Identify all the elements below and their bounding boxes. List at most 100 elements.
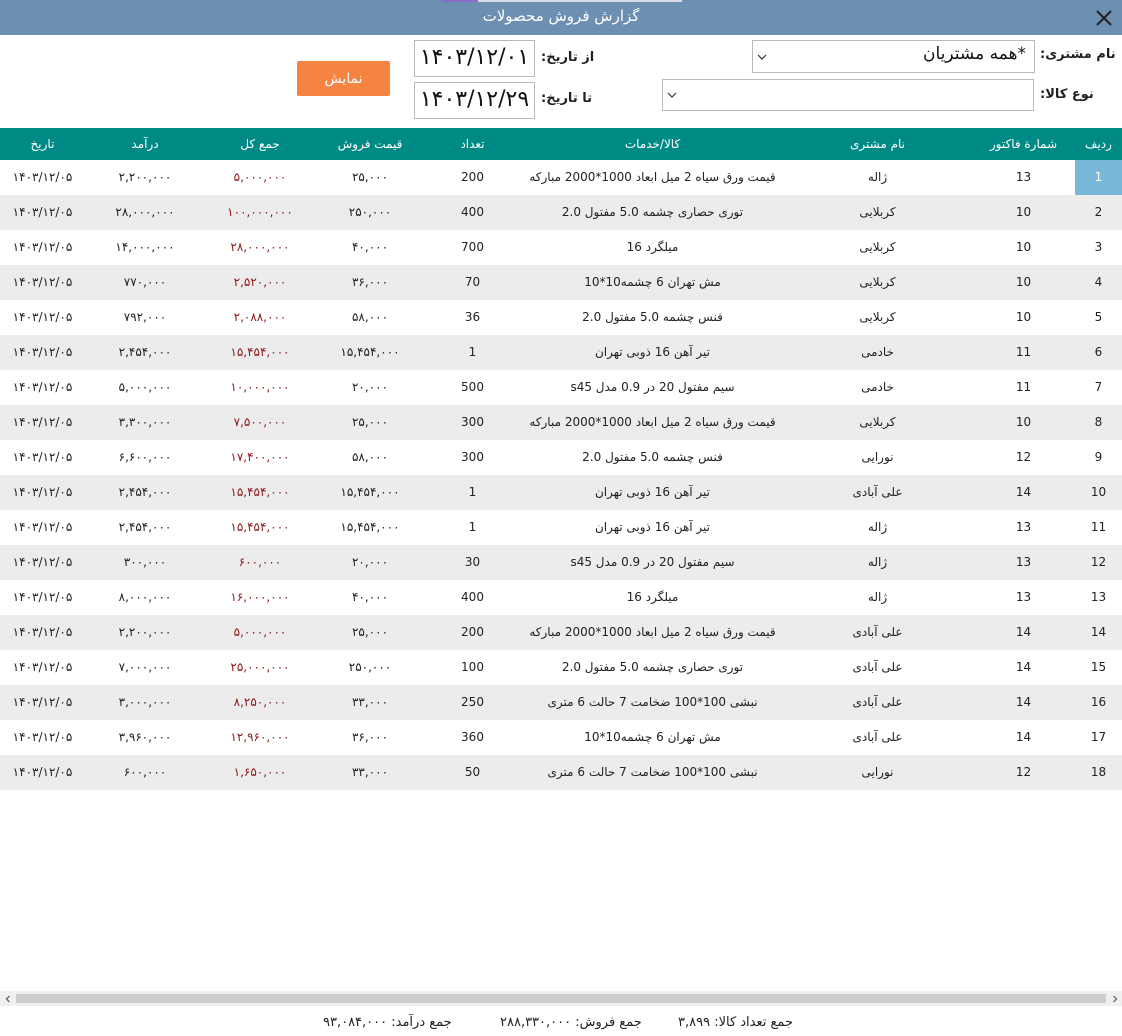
cell-sale-price[interactable]: ۲۵,۰۰۰ <box>320 405 420 440</box>
cell-revenue[interactable]: ۲,۴۵۴,۰۰۰ <box>90 475 200 510</box>
cell-item[interactable]: تیر آهن 16 ذوبی تهران <box>520 475 785 510</box>
cell-revenue[interactable]: ۲,۴۵۴,۰۰۰ <box>90 335 200 370</box>
cell-total[interactable]: ۱۵,۴۵۴,۰۰۰ <box>200 335 320 370</box>
cell-sale-price[interactable]: ۴۰,۰۰۰ <box>320 230 420 265</box>
cell-total[interactable]: ۱۷,۴۰۰,۰۰۰ <box>200 440 320 475</box>
header-item[interactable]: کالا/خدمات <box>520 128 785 160</box>
cell-date[interactable]: ۱۴۰۳/۱۲/۰۵ <box>0 335 85 370</box>
cell-date[interactable]: ۱۴۰۳/۱۲/۰۵ <box>0 370 85 405</box>
cell-row-number[interactable]: 13 <box>1075 580 1122 615</box>
table-row[interactable]: 10 14 علی آبادی تیر آهن 16 ذوبی تهران 1 ۱۵,۴۵… <box>0 475 1122 510</box>
cell-date[interactable]: ۱۴۰۳/۱۲/۰۵ <box>0 545 85 580</box>
cell-customer-name[interactable]: کربلایی <box>790 300 965 335</box>
cell-date[interactable]: ۱۴۰۳/۱۲/۰۵ <box>0 510 85 545</box>
cell-revenue[interactable]: ۳,۳۰۰,۰۰۰ <box>90 405 200 440</box>
cell-revenue[interactable]: ۳۰۰,۰۰۰ <box>90 545 200 580</box>
cell-total[interactable]: ۲,۰۸۸,۰۰۰ <box>200 300 320 335</box>
cell-sale-price[interactable]: ۱۵,۴۵۴,۰۰۰ <box>320 475 420 510</box>
header-invoice-number[interactable]: شمارة فاکتور <box>975 128 1072 160</box>
table-row[interactable]: 5 10 کربلایی فنس چشمه 5.0 مفتول 2.0 36 ۵۸,۰۰۰… <box>0 300 1122 335</box>
cell-total[interactable]: ۲۸,۰۰۰,۰۰۰ <box>200 230 320 265</box>
cell-quantity[interactable]: 30 <box>435 545 510 580</box>
cell-total[interactable]: ۱۰,۰۰۰,۰۰۰ <box>200 370 320 405</box>
cell-customer-name[interactable]: نورایی <box>790 440 965 475</box>
cell-sale-price[interactable]: ۲۵۰,۰۰۰ <box>320 650 420 685</box>
cell-sale-price[interactable]: ۳۶,۰۰۰ <box>320 720 420 755</box>
cell-invoice-number[interactable]: 11 <box>975 370 1072 405</box>
cell-invoice-number[interactable]: 12 <box>975 755 1072 790</box>
cell-date[interactable]: ۱۴۰۳/۱۲/۰۵ <box>0 405 85 440</box>
cell-total[interactable]: ۵,۰۰۰,۰۰۰ <box>200 615 320 650</box>
cell-total[interactable]: ۱۵,۴۵۴,۰۰۰ <box>200 475 320 510</box>
cell-date[interactable]: ۱۴۰۳/۱۲/۰۵ <box>0 160 85 195</box>
cell-date[interactable]: ۱۴۰۳/۱۲/۰۵ <box>0 720 85 755</box>
cell-invoice-number[interactable]: 14 <box>975 685 1072 720</box>
cell-date[interactable]: ۱۴۰۳/۱۲/۰۵ <box>0 755 85 790</box>
cell-total[interactable]: ۶۰۰,۰۰۰ <box>200 545 320 580</box>
table-row[interactable]: 2 10 کربلایی توری حصاری چشمه 5.0 مفتول 2.0 4… <box>0 195 1122 230</box>
cell-revenue[interactable]: ۷۷۰,۰۰۰ <box>90 265 200 300</box>
cell-date[interactable]: ۱۴۰۳/۱۲/۰۵ <box>0 685 85 720</box>
cell-total[interactable]: ۱۲,۹۶۰,۰۰۰ <box>200 720 320 755</box>
cell-item[interactable]: فنس چشمه 5.0 مفتول 2.0 <box>520 300 785 335</box>
cell-customer-name[interactable]: علی آبادی <box>790 685 965 720</box>
cell-invoice-number[interactable]: 13 <box>975 545 1072 580</box>
cell-item[interactable]: توری حصاری چشمه 5.0 مفتول 2.0 <box>520 650 785 685</box>
header-row-number[interactable]: ردیف <box>1075 128 1122 160</box>
table-row[interactable]: 18 12 نورایی نبشی 100*100 ضخامت 7 حالت 6 مت… <box>0 755 1122 790</box>
cell-customer-name[interactable]: ژاله <box>790 160 965 195</box>
cell-row-number[interactable]: 3 <box>1075 230 1122 265</box>
cell-date[interactable]: ۱۴۰۳/۱۲/۰۵ <box>0 440 85 475</box>
table-row[interactable]: 6 11 خادمی تیر آهن 16 ذوبی تهران 1 ۱۵,۴۵۴,۰۰۰… <box>0 335 1122 370</box>
header-customer-name[interactable]: نام مشتری <box>790 128 965 160</box>
cell-revenue[interactable]: ۱۴,۰۰۰,۰۰۰ <box>90 230 200 265</box>
cell-row-number[interactable]: 1 <box>1075 160 1122 195</box>
cell-sale-price[interactable]: ۳۶,۰۰۰ <box>320 265 420 300</box>
cell-total[interactable]: ۱۵,۴۵۴,۰۰۰ <box>200 510 320 545</box>
cell-quantity[interactable]: 1 <box>435 510 510 545</box>
cell-customer-name[interactable]: علی آبادی <box>790 650 965 685</box>
cell-customer-name[interactable]: خادمی <box>790 370 965 405</box>
cell-invoice-number[interactable]: 14 <box>975 615 1072 650</box>
cell-invoice-number[interactable]: 13 <box>975 580 1072 615</box>
cell-invoice-number[interactable]: 10 <box>975 300 1072 335</box>
cell-revenue[interactable]: ۶۰۰,۰۰۰ <box>90 755 200 790</box>
cell-sale-price[interactable]: ۲۵,۰۰۰ <box>320 160 420 195</box>
table-row[interactable]: 17 14 علی آبادی مش تهران 6 چشمه10*10 360 ۳۶,۰… <box>0 720 1122 755</box>
table-row[interactable]: 12 13 ژاله سیم مفتول 20 در 0.9 مدل s45 30 ۲۰,… <box>0 545 1122 580</box>
scroll-left-arrow[interactable] <box>0 991 15 1006</box>
cell-date[interactable]: ۱۴۰۳/۱۲/۰۵ <box>0 265 85 300</box>
cell-sale-price[interactable]: ۲۰,۰۰۰ <box>320 545 420 580</box>
cell-customer-name[interactable]: کربلایی <box>790 195 965 230</box>
cell-customer-name[interactable]: کربلایی <box>790 265 965 300</box>
cell-date[interactable]: ۱۴۰۳/۱۲/۰۵ <box>0 615 85 650</box>
cell-date[interactable]: ۱۴۰۳/۱۲/۰۵ <box>0 230 85 265</box>
cell-total[interactable]: ۵,۰۰۰,۰۰۰ <box>200 160 320 195</box>
cell-quantity[interactable]: 400 <box>435 195 510 230</box>
cell-row-number[interactable]: 11 <box>1075 510 1122 545</box>
cell-sale-price[interactable]: ۴۰,۰۰۰ <box>320 580 420 615</box>
cell-date[interactable]: ۱۴۰۳/۱۲/۰۵ <box>0 580 85 615</box>
cell-revenue[interactable]: ۷,۰۰۰,۰۰۰ <box>90 650 200 685</box>
header-total[interactable]: جمع کل <box>200 128 320 160</box>
to-date-input[interactable]: ۱۴۰۳/۱۲/۲۹ <box>414 82 535 119</box>
cell-row-number[interactable]: 10 <box>1075 475 1122 510</box>
cell-quantity[interactable]: 360 <box>435 720 510 755</box>
cell-invoice-number[interactable]: 10 <box>975 265 1072 300</box>
cell-quantity[interactable]: 1 <box>435 475 510 510</box>
cell-item[interactable]: قیمت ورق سیاه 2 میل ابعاد 1000*2000 مبار… <box>520 160 785 195</box>
from-date-input[interactable]: ۱۴۰۳/۱۲/۰۱ <box>414 40 535 77</box>
cell-item[interactable]: میلگرد 16 <box>520 230 785 265</box>
cell-row-number[interactable]: 16 <box>1075 685 1122 720</box>
cell-sale-price[interactable]: ۳۳,۰۰۰ <box>320 755 420 790</box>
table-row[interactable]: 14 14 علی آبادی قیمت ورق سیاه 2 میل ابعاد 1… <box>0 615 1122 650</box>
cell-row-number[interactable]: 6 <box>1075 335 1122 370</box>
cell-customer-name[interactable]: ژاله <box>790 545 965 580</box>
cell-row-number[interactable]: 2 <box>1075 195 1122 230</box>
cell-customer-name[interactable]: کربلایی <box>790 230 965 265</box>
cell-revenue[interactable]: ۳,۹۶۰,۰۰۰ <box>90 720 200 755</box>
cell-revenue[interactable]: ۲,۲۰۰,۰۰۰ <box>90 160 200 195</box>
cell-total[interactable]: ۲,۵۲۰,۰۰۰ <box>200 265 320 300</box>
scroll-thumb[interactable] <box>16 994 1106 1003</box>
table-row[interactable]: 7 11 خادمی سیم مفتول 20 در 0.9 مدل s45 500 ۲۰… <box>0 370 1122 405</box>
